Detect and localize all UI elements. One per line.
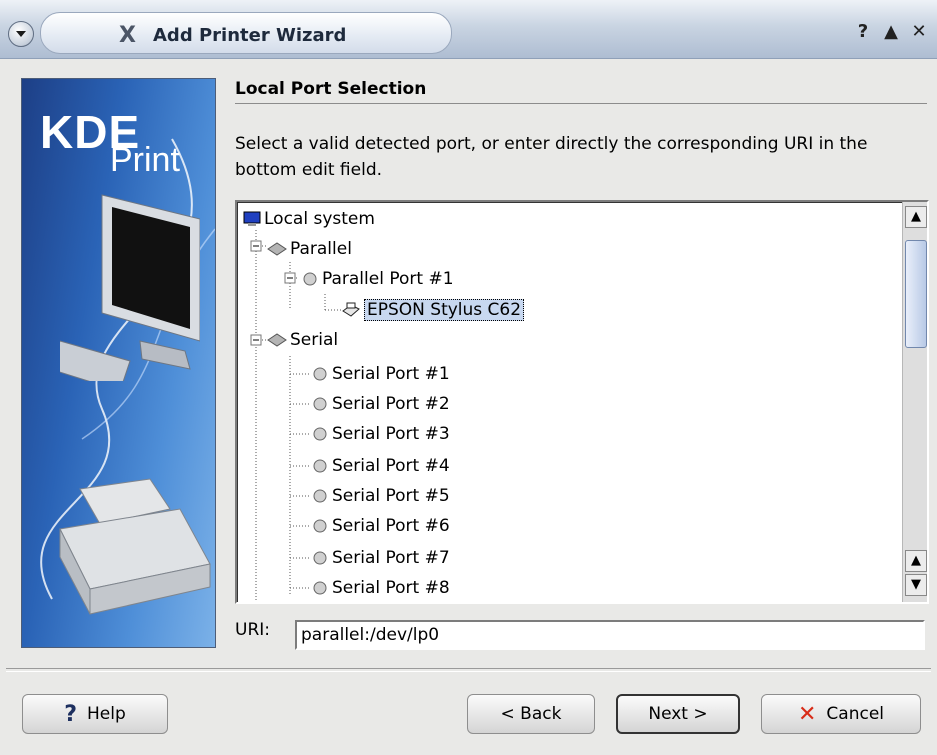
tree-item-serial[interactable]: Serial: [267, 325, 338, 355]
window-title: Add Printer Wizard: [153, 25, 347, 46]
printer-illustration-icon: [59, 478, 211, 615]
print-logo-text: Print: [110, 141, 180, 179]
window-controls: ? ▲ ✕: [853, 22, 929, 42]
tree-item-parallel-port-1[interactable]: Parallel Port #1: [301, 264, 454, 294]
port-icon: [313, 489, 327, 503]
kde-x-icon: X: [119, 23, 136, 48]
tree-item-local-system[interactable]: Local system: [243, 204, 375, 234]
port-icon: [313, 459, 327, 473]
window-menu-icon[interactable]: [8, 21, 34, 47]
maximize-icon[interactable]: ▲: [881, 22, 901, 42]
button-divider: [6, 668, 931, 672]
computer-icon: [243, 211, 261, 226]
cancel-button[interactable]: ✕ Cancel: [761, 694, 921, 734]
title-pill: X Add Printer Wizard: [40, 12, 452, 54]
close-icon[interactable]: ✕: [909, 22, 929, 42]
scrollbar-thumb[interactable]: [905, 240, 927, 348]
heading-divider: [235, 103, 927, 104]
wizard-sidebar: KDE Print: [21, 78, 216, 648]
scroll-up-arrow-icon[interactable]: ▲: [905, 550, 927, 572]
page-description: Select a valid detected port, or enter d…: [235, 134, 868, 180]
tree-vertical-scrollbar[interactable]: ▲ ▲ ▼: [902, 202, 927, 602]
computer-illustration-icon: [60, 194, 200, 381]
tree-item-serial-port-1[interactable]: Serial Port #1: [311, 359, 450, 389]
next-button[interactable]: Next >: [616, 694, 740, 734]
uri-label: URI:: [235, 620, 270, 640]
help-button[interactable]: ? Help: [22, 694, 168, 734]
port-icon: [313, 427, 327, 441]
page-heading: Local Port Selection: [235, 79, 427, 99]
port-icon: [313, 367, 327, 381]
scroll-down-arrow-icon[interactable]: ▼: [905, 574, 927, 596]
port-group-icon: [267, 242, 287, 256]
port-icon: [313, 397, 327, 411]
port-icon: [313, 551, 327, 565]
tree-items: Local system Parallel Parallel Port #1 E…: [237, 202, 899, 602]
port-tree-view[interactable]: Local system Parallel Parallel Port #1 E…: [235, 200, 929, 604]
back-button[interactable]: < Back: [467, 694, 595, 734]
port-icon: [313, 581, 327, 595]
cancel-icon: ✕: [797, 701, 817, 727]
tree-item-serial-port-5[interactable]: Serial Port #5: [311, 481, 450, 511]
tree-item-serial-port-8[interactable]: Serial Port #8: [311, 573, 450, 602]
help-icon[interactable]: ?: [853, 22, 873, 42]
printer-icon: [342, 302, 360, 317]
tree-item-epson-stylus-c62[interactable]: EPSON Stylus C62: [341, 295, 525, 325]
uri-input[interactable]: [295, 620, 925, 650]
tree-item-serial-port-2[interactable]: Serial Port #2: [311, 389, 450, 419]
tree-item-serial-port-3[interactable]: Serial Port #3: [311, 419, 450, 449]
tree-item-serial-port-4[interactable]: Serial Port #4: [311, 451, 450, 481]
scroll-up-arrow-icon[interactable]: ▲: [905, 206, 927, 228]
tree-item-serial-port-6[interactable]: Serial Port #6: [311, 511, 450, 541]
tree-item-parallel[interactable]: Parallel: [267, 234, 352, 264]
port-group-icon: [267, 333, 287, 347]
tree-item-serial-port-7[interactable]: Serial Port #7: [311, 543, 450, 573]
title-bar: X Add Printer Wizard ? ▲ ✕: [0, 0, 937, 59]
port-icon: [303, 272, 317, 286]
help-icon: ?: [64, 701, 77, 727]
port-icon: [313, 519, 327, 533]
